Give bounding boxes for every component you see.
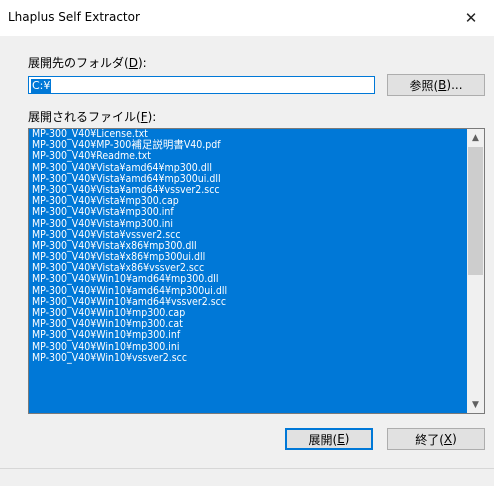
close-button[interactable]: ✕ (448, 0, 494, 36)
exit-button-text: 終了( (415, 432, 444, 447)
destination-folder-value: C:¥ (31, 79, 52, 93)
list-item[interactable]: MP-300_V40¥Vista¥mp300.inf (29, 207, 467, 218)
list-item[interactable]: MP-300_V40¥Win10¥amd64¥mp300.dll (29, 274, 467, 285)
browse-button-key: B (438, 78, 447, 92)
files-label: 展開されるファイル(F): (28, 108, 156, 125)
extract-button[interactable]: 展開(E) (285, 428, 373, 450)
chevron-up-icon: ▲ (472, 132, 479, 143)
destination-folder-label-key: D (128, 56, 138, 70)
file-list-items: MP-300_V40¥License.txt MP-300_V40¥MP-300… (29, 129, 467, 413)
dialog-client-area: 展開先のフォルダ(D): C:¥ 参照(B)... 展開されるファイル(F): … (0, 36, 494, 486)
scroll-up-button[interactable]: ▲ (467, 129, 484, 146)
files-label-text: 展開されるファイル( (28, 110, 141, 124)
destination-folder-label-text: 展開先のフォルダ( (28, 56, 129, 70)
window-title: Lhaplus Self Extractor (8, 10, 140, 24)
extract-button-key: E (337, 432, 345, 446)
exit-button[interactable]: 終了(X) (387, 428, 485, 450)
browse-button[interactable]: 参照(B)... (387, 74, 485, 96)
exit-button-suffix: ) (452, 432, 457, 446)
files-label-key: F (140, 110, 148, 124)
scrollbar-thumb[interactable] (468, 147, 483, 275)
list-item[interactable]: MP-300_V40¥Win10¥vssver2.scc (29, 352, 467, 364)
list-item[interactable]: MP-300_V40¥Readme.txt (29, 151, 467, 162)
destination-folder-label: 展開先のフォルダ(D): (28, 54, 147, 71)
extract-button-text: 展開( (308, 432, 338, 447)
chevron-down-icon: ▼ (472, 399, 479, 410)
exit-button-key: X (443, 432, 453, 446)
vertical-scrollbar[interactable]: ▲ ▼ (467, 129, 484, 413)
scroll-down-button[interactable]: ▼ (467, 396, 484, 413)
browse-button-text: 参照( (409, 78, 439, 93)
file-list[interactable]: MP-300_V40¥License.txt MP-300_V40¥MP-300… (28, 128, 485, 414)
extract-button-suffix: ) (344, 432, 350, 446)
list-item[interactable]: MP-300_V40¥Vista¥mp300.ini (29, 218, 467, 230)
browse-button-suffix: )... (446, 78, 463, 92)
title-bar: Lhaplus Self Extractor ✕ (0, 0, 494, 36)
status-bar (0, 468, 494, 486)
close-icon: ✕ (464, 9, 478, 27)
files-label-suffix: ): (147, 110, 157, 124)
list-item[interactable]: MP-300_V40¥Win10¥mp300.inf (29, 330, 467, 341)
destination-folder-input[interactable]: C:¥ (28, 76, 375, 94)
destination-folder-label-suffix: ): (137, 56, 147, 70)
